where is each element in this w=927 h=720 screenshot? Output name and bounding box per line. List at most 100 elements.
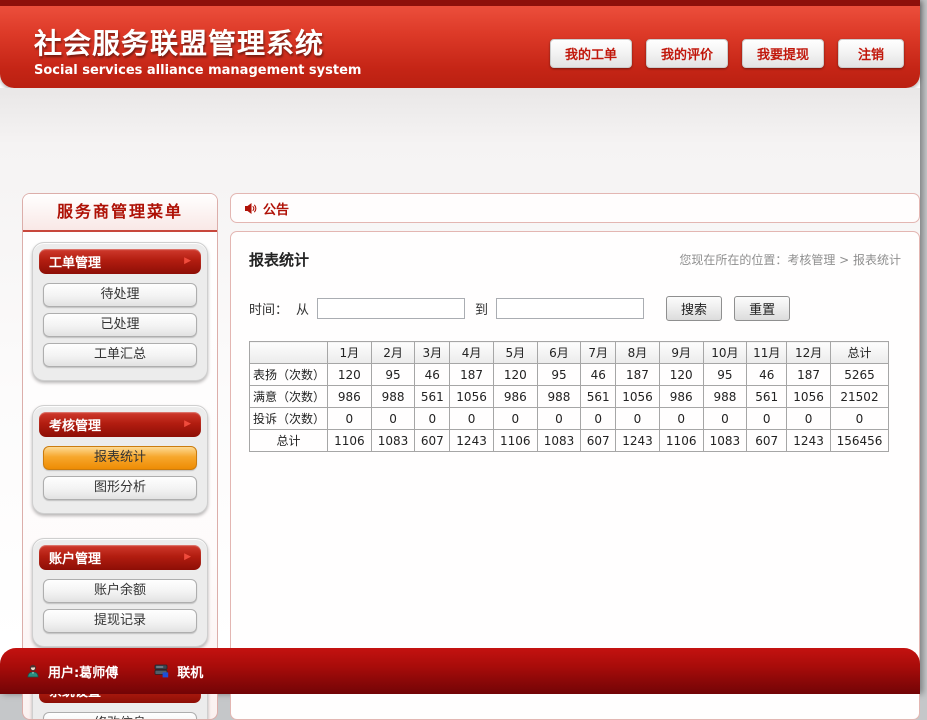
column-header: 8月 — [616, 342, 660, 364]
menu-group-workorder-management: 工单管理▶待处理已处理工单汇总 — [32, 242, 208, 381]
table-cell: 46 — [415, 364, 450, 386]
table-cell: 95 — [703, 364, 747, 386]
table-cell: 187 — [787, 364, 831, 386]
sidebar-item-account-balance[interactable]: 账户余额 — [43, 579, 197, 603]
logout-button[interactable]: 注销 — [838, 39, 904, 68]
table-cell: 986 — [493, 386, 537, 408]
app-title: 社会服务联盟管理系统 — [34, 22, 361, 62]
table-cell: 187 — [450, 364, 494, 386]
table-cell: 607 — [415, 430, 450, 452]
column-header: 2月 — [371, 342, 415, 364]
online-status-icon — [154, 664, 169, 678]
table-cell: 988 — [703, 386, 747, 408]
sidebar-item-processed[interactable]: 已处理 — [43, 313, 197, 337]
table-cell: 21502 — [831, 386, 889, 408]
sidebar-item-report-statistics[interactable]: 报表统计 — [43, 446, 197, 470]
reset-button[interactable]: 重置 — [734, 296, 790, 321]
table-cell: 0 — [537, 408, 581, 430]
sidebar-item-workorder-summary[interactable]: 工单汇总 — [43, 343, 197, 367]
table-cell: 988 — [537, 386, 581, 408]
table-cell: 120 — [659, 364, 703, 386]
table-cell: 95 — [371, 364, 415, 386]
sidebar-item-graph-analysis[interactable]: 图形分析 — [43, 476, 197, 500]
app-subtitle: Social services alliance management syst… — [34, 63, 361, 78]
table-cell: 187 — [616, 364, 660, 386]
column-header: 3月 — [415, 342, 450, 364]
table-cell: 0 — [787, 408, 831, 430]
table-cell: 561 — [415, 386, 450, 408]
app-header: 社会服务联盟管理系统 Social services alliance mana… — [0, 0, 920, 88]
menu-group-label: 工单管理 — [49, 252, 101, 271]
footer-user-label: 用户:葛师傅 — [48, 662, 118, 681]
table-cell: 0 — [371, 408, 415, 430]
menu-group-items: 修改信息 — [39, 703, 201, 720]
report-table-body: 表扬（次数）1209546187120954618712095461875265… — [250, 364, 889, 452]
column-header: 7月 — [581, 342, 616, 364]
chevron-right-icon: ▶ — [184, 420, 191, 429]
row-label: 投诉（次数） — [250, 408, 328, 430]
column-header: 10月 — [703, 342, 747, 364]
menu-group-items: 账户余额提现记录 — [39, 570, 201, 640]
chevron-right-icon: ▶ — [184, 553, 191, 562]
menu-group-assessment-management: 考核管理▶ 报表统计图形分析 — [32, 405, 208, 514]
row-label: 总计 — [250, 430, 328, 452]
table-cell: 561 — [747, 386, 787, 408]
table-cell: 0 — [415, 408, 450, 430]
to-label: 到 — [475, 299, 488, 318]
table-cell: 0 — [659, 408, 703, 430]
table-cell: 5265 — [831, 364, 889, 386]
table-cell: 1056 — [616, 386, 660, 408]
table-cell: 46 — [747, 364, 787, 386]
withdraw-button[interactable]: 我要提现 — [742, 39, 824, 68]
announcement-label: 公告 — [263, 199, 289, 218]
column-header: 总计 — [831, 342, 889, 364]
menu-group-account-management: 账户管理 ▶ 账户余额提现记录 — [32, 538, 208, 647]
menu-group-header-assessment-management[interactable]: 考核管理▶ — [39, 412, 201, 437]
table-cell: 1243 — [787, 430, 831, 452]
header-top-strip — [0, 0, 920, 6]
sidebar-item-pending[interactable]: 待处理 — [43, 283, 197, 307]
table-cell: 561 — [581, 386, 616, 408]
menu-group-items: 待处理已处理工单汇总 — [39, 274, 201, 374]
sidebar-item-withdrawal-records[interactable]: 提现记录 — [43, 609, 197, 633]
table-cell: 0 — [328, 408, 372, 430]
report-table: 1月2月3月4月5月6月7月8月9月10月11月12月总计 表扬（次数）1209… — [249, 341, 889, 452]
table-cell: 0 — [703, 408, 747, 430]
menu-group-header-workorder-management[interactable]: 工单管理▶ — [39, 249, 201, 274]
table-cell: 1083 — [703, 430, 747, 452]
menu-group-label: 账户管理 — [49, 548, 101, 567]
table-cell: 1083 — [371, 430, 415, 452]
body-area: 服务商管理菜单 工单管理▶待处理已处理工单汇总考核管理▶报表统计图形分析账户管理… — [0, 88, 920, 648]
sidebar-item-modify-info[interactable]: 修改信息 — [43, 712, 197, 720]
table-cell: 120 — [328, 364, 372, 386]
table-cell: 0 — [581, 408, 616, 430]
time-label: 时间： — [249, 299, 288, 318]
table-cell: 0 — [747, 408, 787, 430]
date-to-input[interactable] — [496, 298, 644, 319]
menu-group-header-account-management[interactable]: 账户管理 ▶ — [39, 545, 201, 570]
column-header: 5月 — [493, 342, 537, 364]
table-row: 总计11061083607124311061083607124311061083… — [250, 430, 889, 452]
column-header: 4月 — [450, 342, 494, 364]
table-cell: 156456 — [831, 430, 889, 452]
table-row: 满意（次数）9869885611056986988561105698698856… — [250, 386, 889, 408]
table-cell: 1056 — [787, 386, 831, 408]
table-cell: 0 — [493, 408, 537, 430]
table-row: 投诉（次数）0000000000000 — [250, 408, 889, 430]
table-cell: 1106 — [493, 430, 537, 452]
column-header: 11月 — [747, 342, 787, 364]
my-reviews-button[interactable]: 我的评价 — [646, 39, 728, 68]
table-row: 表扬（次数）1209546187120954618712095461875265 — [250, 364, 889, 386]
row-label: 满意（次数） — [250, 386, 328, 408]
breadcrumb: 您现在所在的位置：考核管理 > 报表统计 — [679, 251, 901, 268]
table-cell: 986 — [659, 386, 703, 408]
column-header: 9月 — [659, 342, 703, 364]
app-footer: 用户:葛师傅 联机 — [0, 648, 920, 694]
my-workorders-button[interactable]: 我的工单 — [550, 39, 632, 68]
main-panel: 报表统计 您现在所在的位置：考核管理 > 报表统计 时间： 从 到 搜索 重置 … — [230, 231, 920, 720]
search-button[interactable]: 搜索 — [666, 296, 722, 321]
table-cell: 988 — [371, 386, 415, 408]
date-from-input[interactable] — [317, 298, 465, 319]
table-cell: 607 — [747, 430, 787, 452]
table-cell: 607 — [581, 430, 616, 452]
